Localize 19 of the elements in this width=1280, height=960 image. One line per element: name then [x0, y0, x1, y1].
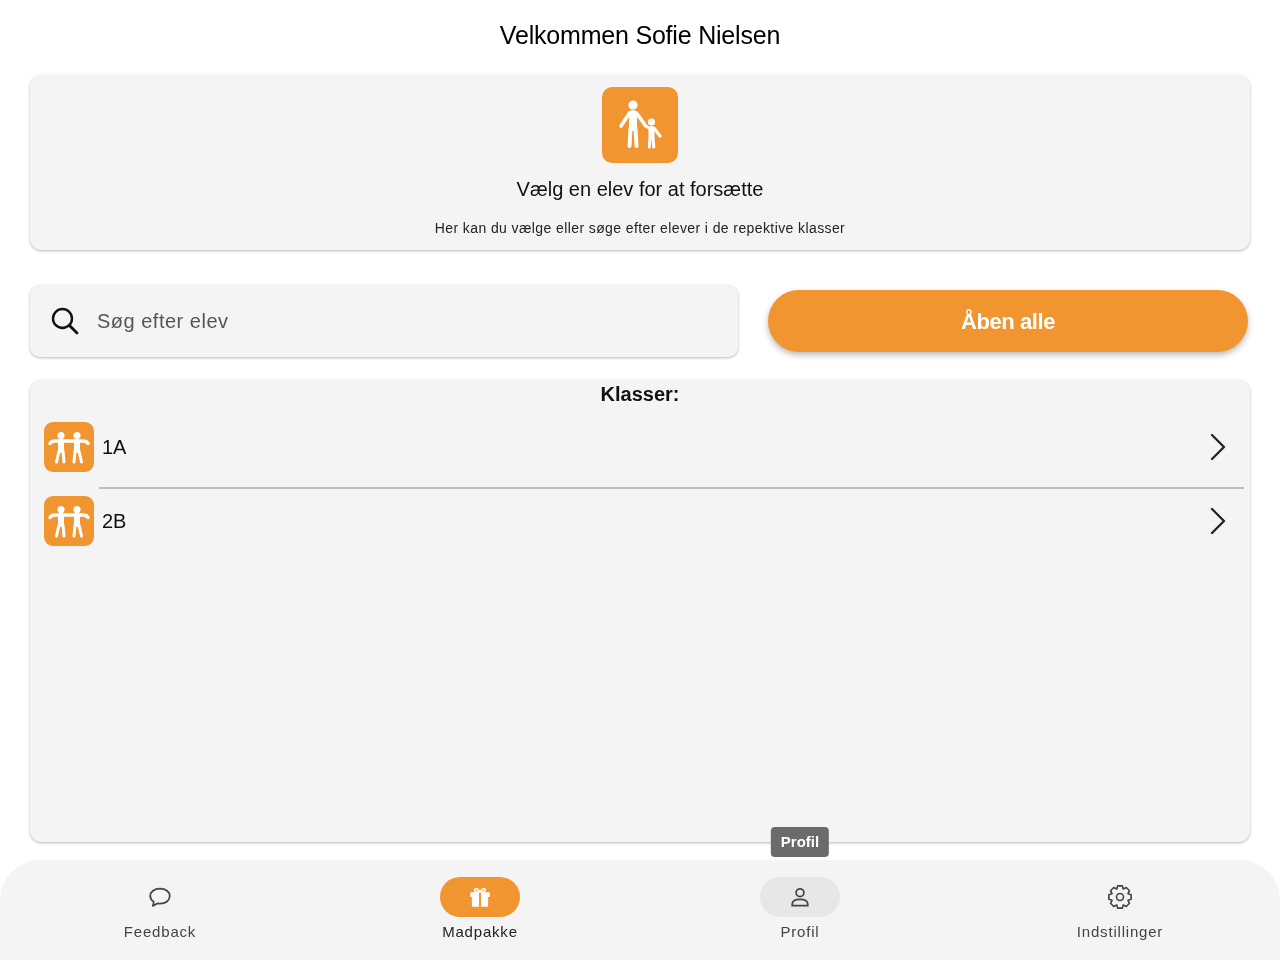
search-icon: [51, 307, 79, 335]
chevron-right-icon: [1210, 507, 1226, 535]
nav-tab[interactable]: Feedback: [0, 860, 320, 960]
settings-icon: [1107, 884, 1133, 910]
welcome-title: Velkommen Sofie Nielsen: [499, 21, 781, 49]
chevron-right-icon: [1210, 433, 1226, 461]
class-list-item[interactable]: 2B: [30, 489, 1250, 561]
nav-tab[interactable]: Profil: [640, 860, 960, 960]
intro-subtitle: Her kan du vælge eller søge efter elever i de repektive klasser: [434, 219, 846, 238]
classes-heading: Klasser:: [600, 383, 680, 405]
search-field[interactable]: Søg efter elev: [30, 285, 738, 357]
tooltip: Profil: [770, 827, 830, 857]
class-list-item[interactable]: 1A: [30, 410, 1250, 487]
group-icon: [44, 496, 94, 546]
nav-tab[interactable]: Indstillinger: [960, 860, 1280, 960]
nav-tab[interactable]: Madpakke: [320, 860, 640, 960]
intro-title: Vælg en elev for at forsætte: [516, 177, 764, 201]
parent-child-icon: [602, 87, 678, 163]
group-icon: [44, 422, 94, 472]
